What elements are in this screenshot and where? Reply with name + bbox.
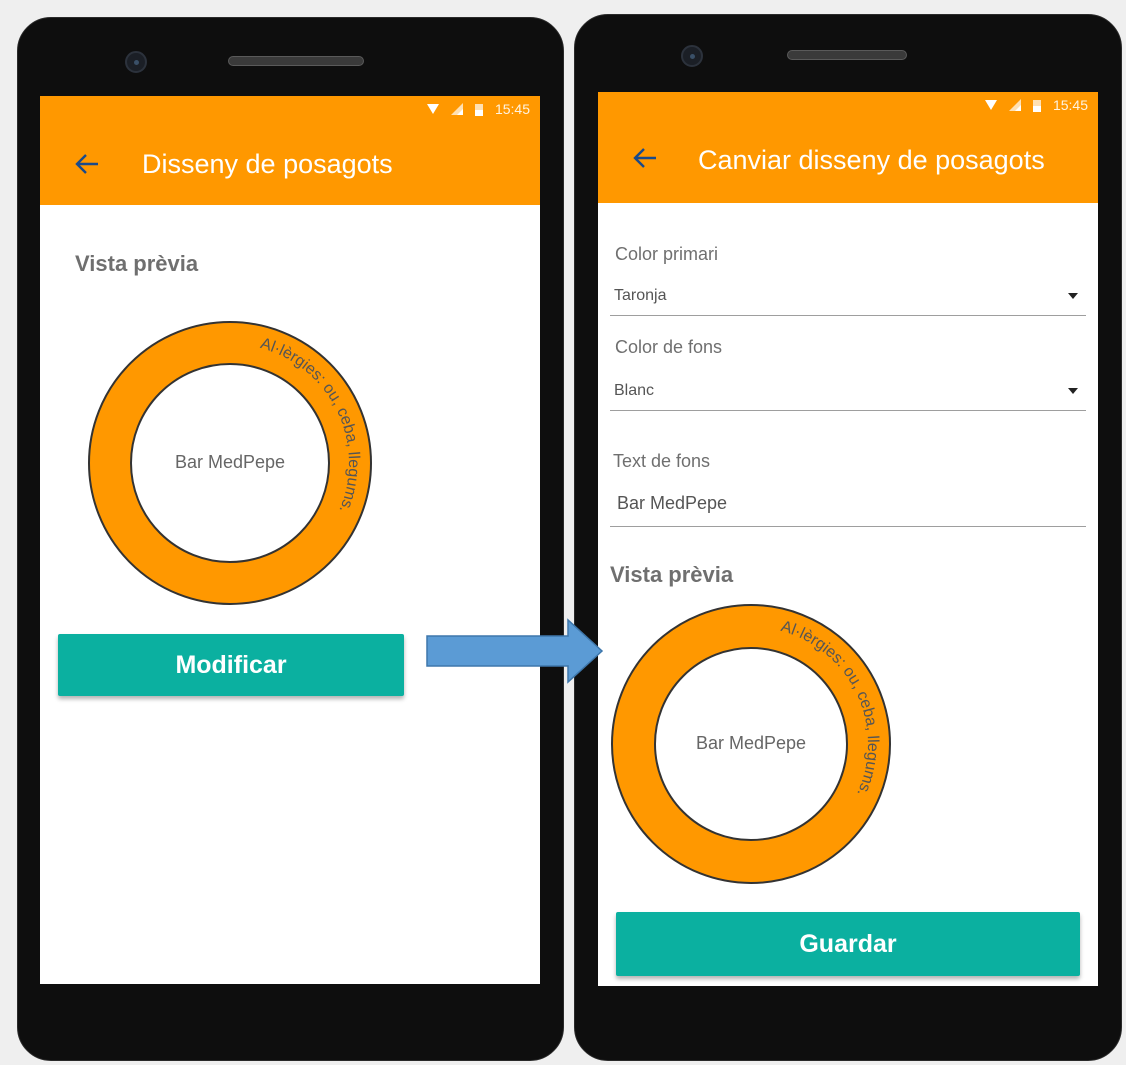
battery-icon: [474, 104, 483, 116]
wifi-icon: [984, 100, 997, 110]
preview-title: Vista prèvia: [610, 562, 734, 587]
background-color-underline: [610, 410, 1086, 411]
coaster-center-text: Bar MedPepe: [696, 733, 806, 753]
primary-color-underline: [610, 315, 1086, 316]
speaker-grille: [228, 56, 364, 66]
primary-color-value: Taronja: [614, 287, 667, 304]
arrow-left-icon[interactable]: [632, 145, 658, 171]
status-time: 15:45: [494, 101, 530, 117]
coaster-preview: Al·lèrgies: ou, ceba, llegums. Bar MedPe…: [611, 604, 891, 884]
background-color-label: Color de fons: [615, 337, 723, 357]
chevron-down-icon: [1068, 293, 1078, 299]
left-screen: 15:45 Disseny de posagots Vista prèvia A…: [40, 96, 540, 984]
arrow-left-icon[interactable]: [74, 151, 100, 177]
coaster-center-text: Bar MedPepe: [175, 452, 285, 472]
speaker-grille: [787, 50, 907, 60]
background-text-label: Text de fons: [613, 451, 711, 471]
status-time: 15:45: [1052, 97, 1088, 113]
app-bar: Disseny de posagots: [40, 121, 540, 205]
battery-icon: [1032, 100, 1041, 112]
background-text-field[interactable]: Bar MedPepe: [610, 487, 1086, 527]
signal-icon: [1008, 99, 1021, 111]
page-title: Canviar disseny de posagots: [698, 145, 1045, 175]
coaster-preview: Al·lèrgies: ou, ceba, llegums. Bar MedPe…: [88, 321, 372, 605]
preview-title: Vista prèvia: [75, 251, 199, 276]
right-screen: 15:45 Canviar disseny de posagots Color …: [598, 92, 1098, 986]
page-title: Disseny de posagots: [142, 149, 393, 179]
arrow-right-icon: [426, 618, 604, 684]
front-camera-icon: [681, 45, 703, 67]
chevron-down-icon: [1068, 388, 1078, 394]
save-button[interactable]: Guardar: [616, 912, 1080, 976]
background-text-value: Bar MedPepe: [617, 493, 728, 513]
modify-button[interactable]: Modificar: [58, 634, 404, 696]
signal-icon: [450, 103, 463, 115]
right-phone: 15:45 Canviar disseny de posagots Color …: [574, 14, 1122, 1061]
status-bar: 15:45: [40, 96, 540, 121]
background-text-underline: [610, 526, 1086, 527]
background-color-value: Blanc: [614, 382, 655, 399]
app-bar: Canviar disseny de posagots: [598, 117, 1098, 203]
wifi-icon: [426, 104, 439, 114]
front-camera-icon: [125, 51, 147, 73]
left-phone: 15:45 Disseny de posagots Vista prèvia A…: [17, 17, 564, 1061]
background-color-select[interactable]: Blanc: [610, 372, 1086, 414]
primary-color-select[interactable]: Taronja: [610, 275, 1086, 317]
primary-color-label: Color primari: [615, 244, 719, 264]
status-bar: 15:45: [598, 92, 1098, 117]
